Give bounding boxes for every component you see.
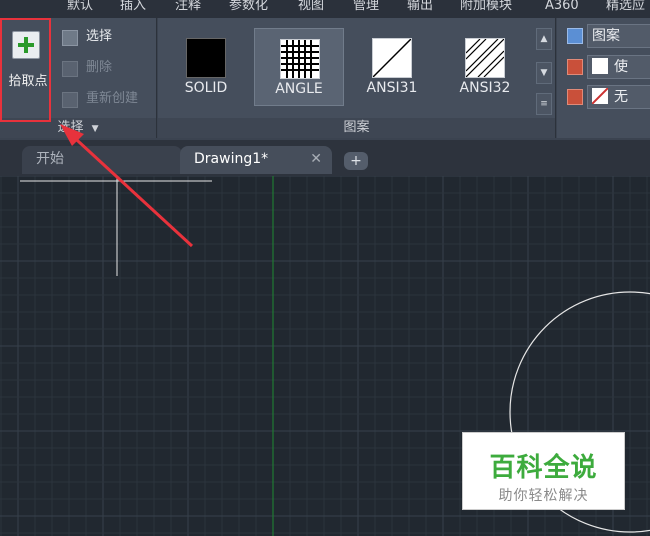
pick-points-button[interactable]: 拾取点 bbox=[4, 24, 50, 102]
tab-drawing1[interactable]: Drawing1* ✕ bbox=[180, 146, 332, 174]
watermark-title: 百科全说 bbox=[489, 453, 598, 483]
recreate-boundary-label: 重新创建 bbox=[86, 91, 139, 106]
hatch-color-icon bbox=[567, 59, 583, 75]
hatch-color-dropdown[interactable]: 使 bbox=[587, 55, 650, 79]
panel-expand-icon: ▼ bbox=[91, 124, 99, 134]
pattern-expand-button[interactable]: ≡ bbox=[536, 93, 552, 115]
hatch-type-dropdown[interactable]: 图案 bbox=[587, 24, 650, 48]
hatch-color-value: 使 bbox=[614, 59, 628, 75]
menu-a360[interactable]: A360 bbox=[545, 0, 579, 15]
ansi32-swatch-icon bbox=[465, 38, 505, 78]
menu-annotate[interactable]: 注释 bbox=[175, 0, 201, 15]
ansi31-swatch-icon bbox=[372, 38, 412, 78]
pattern-ansi32[interactable]: ANSI32 bbox=[440, 28, 530, 106]
menu-parametric[interactable]: 参数化 bbox=[229, 0, 268, 15]
pattern-solid-label: SOLID bbox=[184, 80, 228, 96]
pattern-panel: SOLID ANGLE ANSI31 ANSI32 图案 bbox=[158, 18, 556, 138]
tab-drawing1-label: Drawing1* bbox=[194, 151, 269, 167]
menu-view[interactable]: 视图 bbox=[298, 0, 324, 15]
watermark-logo: 百科全说 助你轻松解决 bbox=[462, 432, 625, 510]
plus-icon: + bbox=[350, 153, 362, 169]
background-color-dropdown[interactable]: 无 bbox=[587, 85, 650, 109]
menu-output[interactable]: 输出 bbox=[407, 0, 433, 15]
chevron-down-icon: ▼ bbox=[540, 68, 548, 78]
menu-default[interactable]: 默认 bbox=[67, 0, 93, 15]
pattern-panel-title[interactable]: 图案 bbox=[158, 118, 555, 138]
add-point-icon bbox=[12, 31, 40, 59]
pattern-solid[interactable]: SOLID bbox=[161, 28, 251, 106]
pattern-scroll-down-button[interactable]: ▼ bbox=[536, 62, 552, 84]
hatch-type-icon bbox=[567, 28, 583, 44]
tab-start-label: 开始 bbox=[36, 151, 64, 167]
none-chip-icon bbox=[592, 88, 608, 104]
select-objects-icon bbox=[62, 30, 78, 46]
select-objects-button[interactable]: 选择 bbox=[58, 27, 112, 47]
pattern-angle[interactable]: ANGLE bbox=[254, 28, 344, 106]
tab-start[interactable]: 开始 bbox=[22, 146, 182, 174]
file-tab-bar: 开始 Drawing1* ✕ + bbox=[0, 140, 650, 176]
menu-bar: 默认 插入 注释 参数化 视图 管理 输出 附加模块 A360 精选应 bbox=[0, 0, 650, 18]
pattern-scroll-up-button[interactable]: ▲ bbox=[536, 28, 552, 50]
select-panel: 拾取点 选择 删除 重新创建 选择 ▼ bbox=[0, 18, 157, 138]
menu-manage[interactable]: 管理 bbox=[353, 0, 379, 15]
ribbon: 拾取点 选择 删除 重新创建 选择 ▼ SOLID ANGLE ANSI31 A… bbox=[0, 18, 650, 140]
menu-featured[interactable]: 精选应 bbox=[606, 0, 645, 15]
select-panel-title-label: 选择 bbox=[57, 120, 84, 135]
angle-swatch-icon bbox=[280, 39, 320, 79]
select-objects-label: 选择 bbox=[86, 29, 113, 44]
watermark-subtitle: 助你轻松解决 bbox=[498, 488, 589, 504]
close-icon[interactable]: ✕ bbox=[310, 146, 322, 172]
pick-points-label: 拾取点 bbox=[8, 74, 48, 89]
delete-boundaries-label: 删除 bbox=[86, 60, 113, 75]
new-tab-button[interactable]: + bbox=[344, 152, 368, 170]
pattern-angle-label: ANGLE bbox=[275, 81, 323, 97]
color-chip-icon bbox=[592, 58, 608, 74]
background-color-value: 无 bbox=[614, 89, 628, 105]
delete-boundaries-icon bbox=[62, 61, 78, 77]
pattern-ansi31-label: ANSI31 bbox=[366, 80, 418, 96]
pattern-ansi31[interactable]: ANSI31 bbox=[347, 28, 437, 106]
solid-swatch-icon bbox=[186, 38, 226, 78]
background-color-icon bbox=[567, 89, 583, 105]
pattern-ansi32-label: ANSI32 bbox=[459, 80, 511, 96]
expand-gallery-icon: ≡ bbox=[540, 99, 548, 109]
menu-addins[interactable]: 附加模块 bbox=[460, 0, 512, 15]
menu-insert[interactable]: 插入 bbox=[120, 0, 146, 15]
recreate-boundary-icon bbox=[62, 92, 78, 108]
recreate-boundary-button[interactable]: 重新创建 bbox=[58, 89, 138, 109]
delete-boundaries-button[interactable]: 删除 bbox=[58, 58, 112, 78]
select-panel-title[interactable]: 选择 ▼ bbox=[0, 118, 156, 138]
chevron-up-icon: ▲ bbox=[540, 34, 548, 44]
